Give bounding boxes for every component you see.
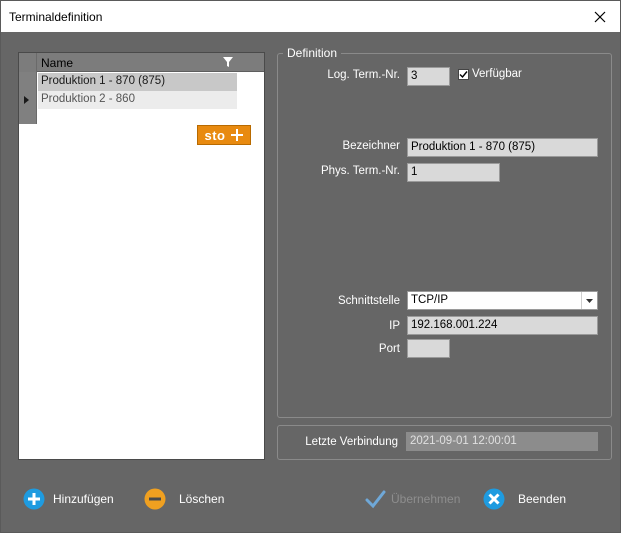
close-button[interactable] <box>580 1 620 32</box>
close-circle-icon <box>483 488 505 510</box>
header-indicator-cell <box>19 53 37 72</box>
checkmark-icon <box>459 71 468 79</box>
current-row-arrow-icon <box>24 96 29 104</box>
port-label: Port <box>378 343 400 355</box>
log-term-field[interactable]: 3 <box>407 67 450 86</box>
interface-select[interactable]: TCP/IP <box>407 291 598 310</box>
table-row[interactable]: Produktion 1 - 870 (875) <box>38 73 237 91</box>
filter-icon[interactable] <box>222 56 234 68</box>
phys-term-label: Phys. Term.-Nr. <box>320 165 400 177</box>
terminal-definition-window: Terminaldefinition Name Produktion 1 - 8… <box>0 0 621 533</box>
close-icon <box>594 11 606 22</box>
exit-button-label: Beenden <box>518 492 567 506</box>
row-indicator-column <box>19 72 37 124</box>
sto-logo: sto <box>197 125 251 145</box>
definition-group <box>277 53 612 418</box>
minus-circle-icon <box>144 488 166 510</box>
ip-label: IP <box>389 320 400 332</box>
definition-legend: Definition <box>283 46 342 60</box>
phys-term-field[interactable]: 1 <box>407 163 500 182</box>
checkmark-icon <box>365 490 386 509</box>
name-label: Bezeichner <box>342 140 400 152</box>
last-connection-field: 2021-09-01 12:00:01 <box>406 432 598 451</box>
delete-button-label: Löschen <box>179 492 225 506</box>
window-title: Terminaldefinition <box>9 10 103 24</box>
apply-button[interactable]: Übernehmen <box>364 488 460 510</box>
dropdown-button[interactable] <box>581 292 597 309</box>
plus-circle-icon <box>23 488 45 510</box>
column-header-name[interactable]: Name <box>41 56 73 70</box>
log-term-label: Log. Term.-Nr. <box>327 69 400 81</box>
grid-header: Name <box>19 53 264 72</box>
port-field[interactable] <box>407 339 450 358</box>
delete-button[interactable]: Löschen <box>144 488 224 510</box>
plus-logo-icon <box>230 129 243 141</box>
logo-text: sto <box>204 127 226 143</box>
available-checkbox[interactable] <box>458 69 469 80</box>
client-area: Name Produktion 1 - 870 (875) Produktion… <box>1 32 620 532</box>
available-label[interactable]: Verfügbar <box>472 68 522 80</box>
title-bar: Terminaldefinition <box>1 1 620 32</box>
chevron-down-icon <box>586 298 593 303</box>
table-row[interactable]: Produktion 2 - 860 <box>38 91 237 109</box>
add-button[interactable]: Hinzufügen <box>23 488 114 510</box>
interface-select-value: TCP/IP <box>411 294 449 306</box>
add-button-label: Hinzufügen <box>53 492 114 506</box>
apply-button-label: Übernehmen <box>391 492 461 506</box>
ip-field[interactable]: 192.168.001.224 <box>407 316 598 335</box>
terminal-grid: Name Produktion 1 - 870 (875) Produktion… <box>18 52 265 460</box>
exit-button[interactable]: Beenden <box>483 488 566 510</box>
interface-label: Schnittstelle <box>337 295 400 307</box>
name-field[interactable]: Produktion 1 - 870 (875) <box>407 138 598 157</box>
last-connection-label: Letzte Verbindung <box>305 436 398 448</box>
